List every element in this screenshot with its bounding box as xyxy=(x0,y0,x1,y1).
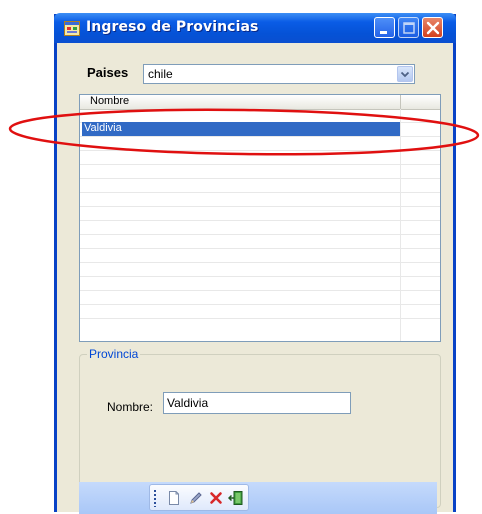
provincias-window: Ingreso de Provincias Paises chile Nombr… xyxy=(54,13,456,514)
delete-x-icon[interactable] xyxy=(208,490,224,506)
grid-row-line xyxy=(80,234,440,235)
minimize-icon xyxy=(380,31,387,34)
paises-label: Paises xyxy=(87,65,129,80)
grid-row-line xyxy=(80,304,440,305)
close-icon xyxy=(426,21,440,35)
grid-row-line xyxy=(80,150,440,151)
grid-row-selected[interactable]: Valdivia xyxy=(82,122,400,136)
exit-door-icon[interactable] xyxy=(228,490,244,506)
grid-cell-nombre: Valdivia xyxy=(84,122,122,134)
grid-row-line xyxy=(80,136,440,137)
grid-row-line xyxy=(80,206,440,207)
nombre-textbox-value: Valdivia xyxy=(167,396,209,410)
grid-column-header-nombre[interactable]: Nombre xyxy=(90,95,129,107)
paises-selected-value: chile xyxy=(148,67,173,81)
window-title: Ingreso de Provincias xyxy=(86,19,259,35)
grid-row-line xyxy=(80,178,440,179)
form-app-icon xyxy=(64,21,80,36)
toolstrip-container xyxy=(79,482,437,514)
provincia-group-title: Provincia xyxy=(87,347,141,361)
grid-row-line xyxy=(80,262,440,263)
chevron-down-icon xyxy=(400,71,410,78)
grid-header: Nombre xyxy=(80,95,440,110)
grid-row-line xyxy=(80,290,440,291)
grid-row-line xyxy=(80,192,440,193)
edit-pencil-icon[interactable] xyxy=(188,490,204,506)
minimize-button[interactable] xyxy=(374,17,395,38)
paises-combobox[interactable]: chile xyxy=(143,64,415,84)
grid-row-line xyxy=(80,164,440,165)
maximize-button[interactable] xyxy=(398,17,419,38)
nombre-label: Nombre: xyxy=(107,400,154,414)
grid-header-separator xyxy=(400,95,401,109)
title-bar[interactable]: Ingreso de Provincias xyxy=(54,13,456,43)
actions-toolbar xyxy=(149,484,249,511)
grid-row-line xyxy=(80,248,440,249)
grid-row-line xyxy=(80,318,440,319)
nombre-textbox[interactable]: Valdivia xyxy=(163,392,351,414)
provincias-grid[interactable]: Nombre Valdivia xyxy=(79,94,441,342)
grid-row-line xyxy=(80,220,440,221)
close-button[interactable] xyxy=(422,17,443,38)
new-document-icon[interactable] xyxy=(166,490,182,506)
grid-row-line xyxy=(80,276,440,277)
maximize-icon xyxy=(403,22,415,34)
combo-dropdown-button[interactable] xyxy=(397,66,413,82)
toolbar-grip[interactable] xyxy=(154,490,156,507)
grid-column-line xyxy=(400,109,401,341)
